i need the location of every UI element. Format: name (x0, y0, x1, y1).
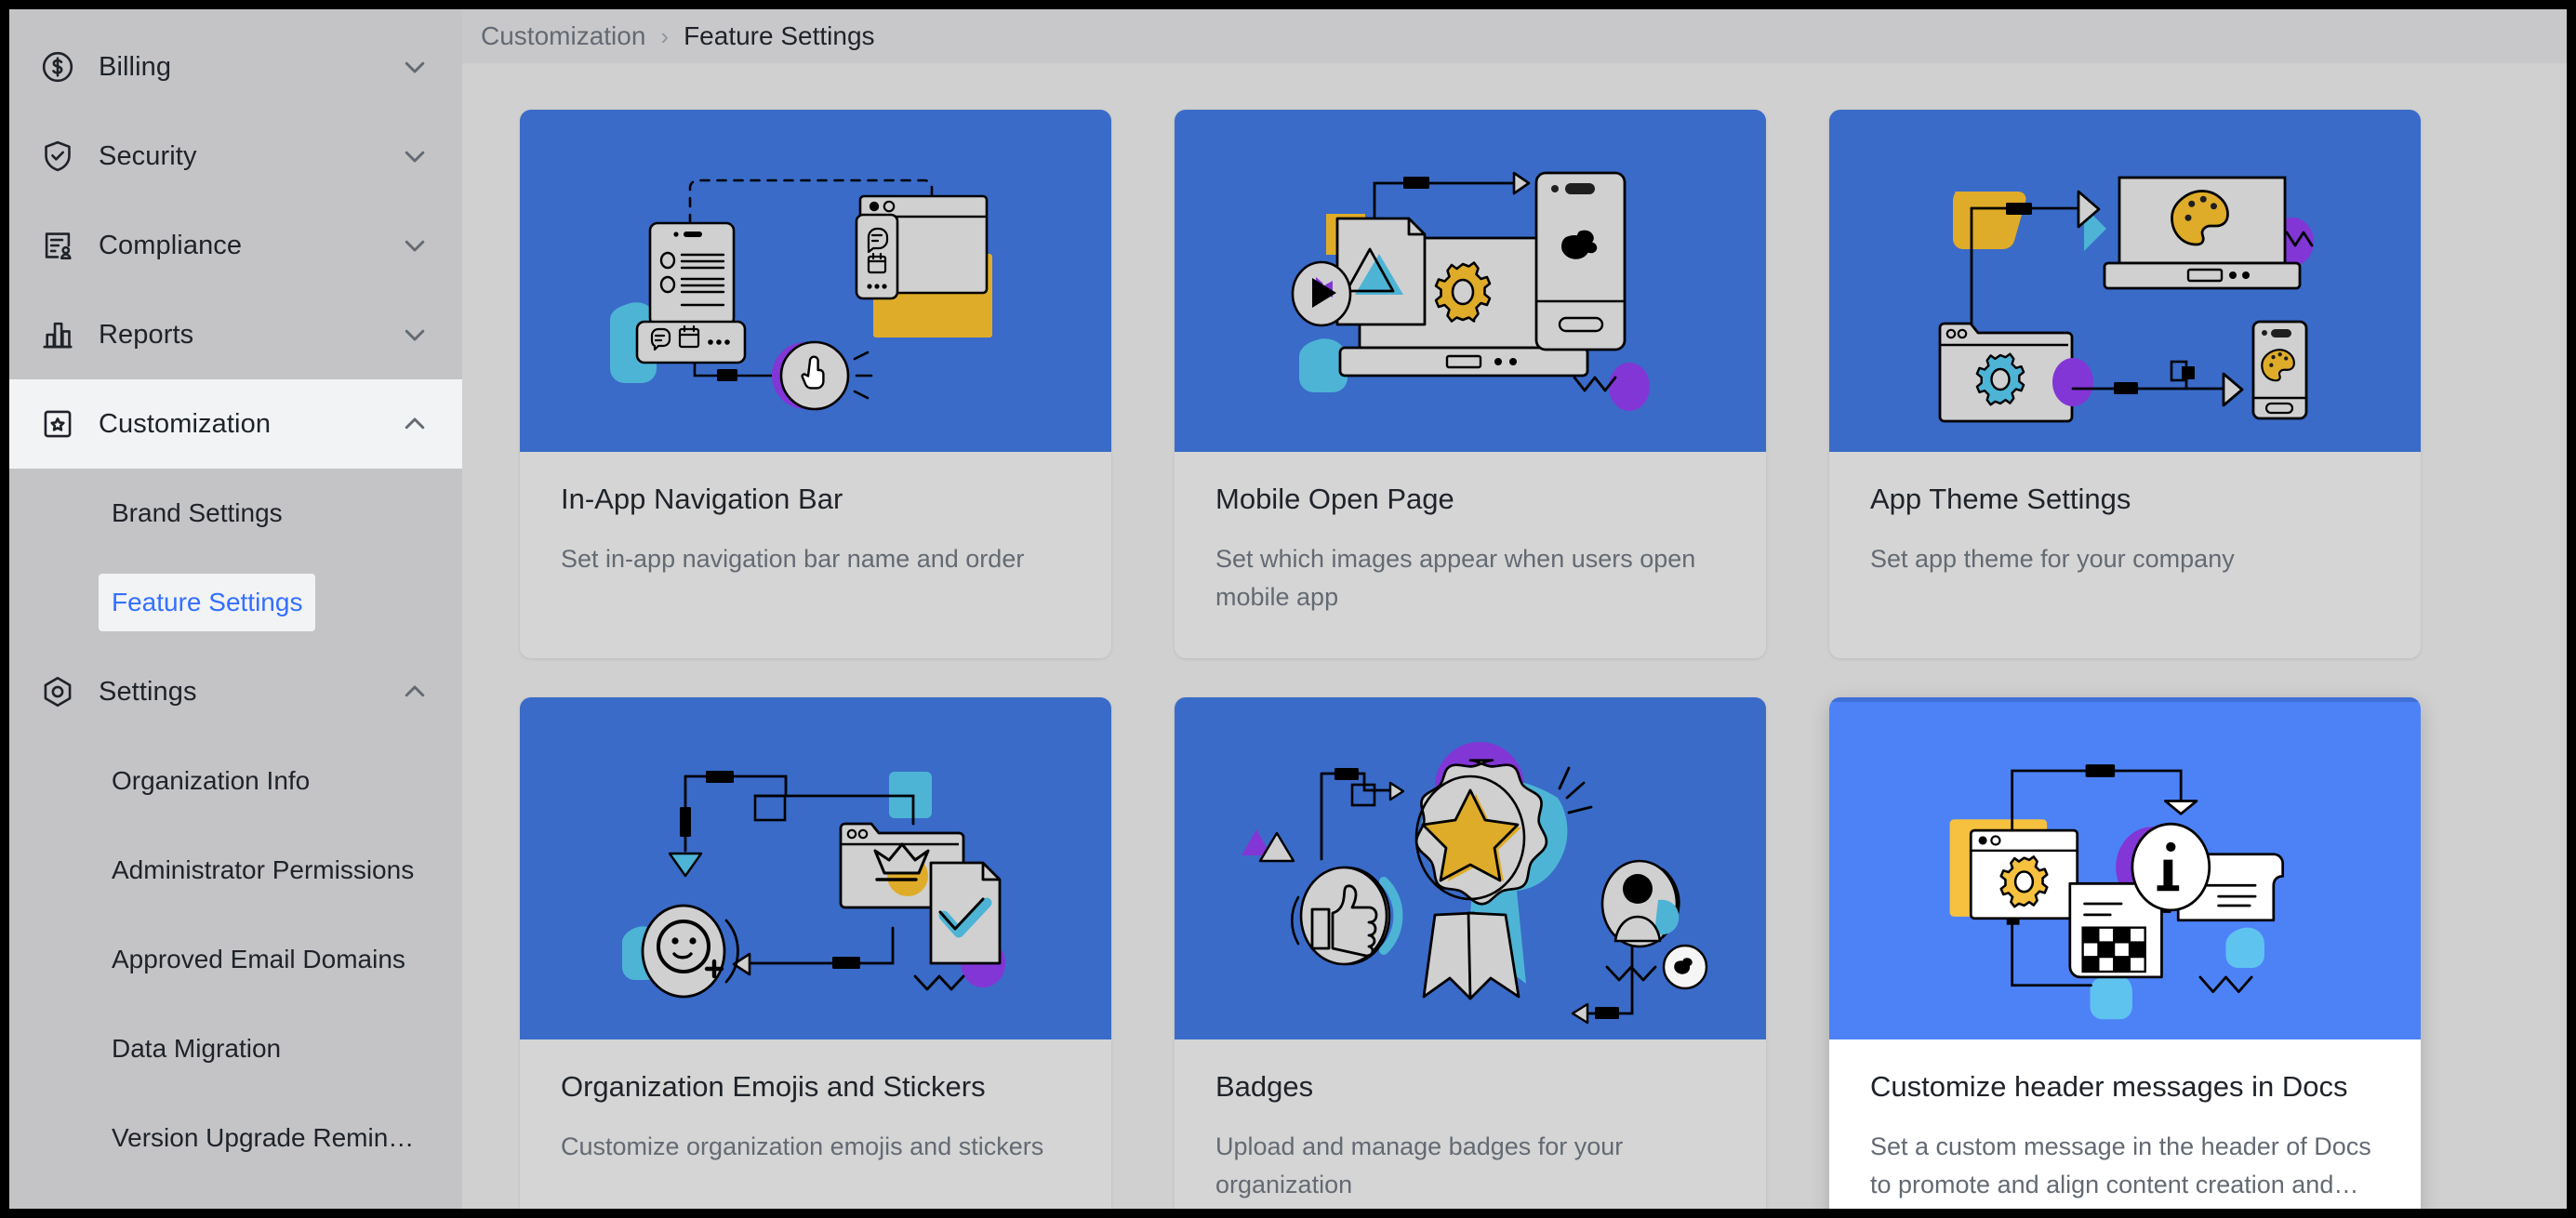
chevron-down-icon[interactable] (401, 232, 429, 259)
nav-bar-illustration (520, 110, 1111, 452)
sidebar-item-organization-info[interactable]: Organization Info (9, 736, 462, 826)
feature-card-body: Badges Upload and manage badges for your… (1175, 1039, 1766, 1209)
sidebar-item-label: Security (99, 140, 197, 171)
chevron-down-icon[interactable] (401, 321, 429, 349)
sidebar-item-billing[interactable]: Billing (9, 22, 462, 112)
sidebar-subitem: Organization Info (99, 752, 323, 810)
feature-card-customize-header-messages-in-docs[interactable]: Customize header messages in Docs Set a … (1829, 697, 2421, 1209)
bar-chart-icon (37, 314, 78, 355)
sidebar-item-label: Brand Settings (112, 498, 283, 527)
feature-card-title: Badges (1215, 1070, 1314, 1104)
sidebar-item-settings[interactable]: Settings (9, 647, 462, 736)
app-theme-illustration (1829, 110, 2421, 452)
shield-check-icon (37, 136, 78, 177)
sidebar-subitem: Administrator Permissions (99, 841, 427, 899)
feature-settings-panel: In-App Navigation Bar Set in-app navigat… (462, 63, 2567, 1209)
chevron-down-icon[interactable] (401, 142, 429, 170)
feature-card-description: Set a custom message in the header of Do… (1870, 1132, 2371, 1198)
sidebar-item-label: Compliance (99, 230, 243, 260)
feature-card-description: Upload and manage badges for your organi… (1215, 1132, 1624, 1198)
feature-card-mobile-open-page[interactable]: Mobile Open Page Set which images appear… (1175, 110, 1766, 659)
sidebar-item-administrator-permissions[interactable]: Administrator Permissions (9, 826, 462, 915)
feature-card-body: App Theme Settings Set app theme for you… (1829, 452, 2421, 638)
vertical-scrollbar[interactable] (2559, 63, 2567, 1209)
sidebar-subitem: Approved Email Domains (99, 931, 418, 988)
sidebar-item-label: Feature Settings (112, 588, 303, 616)
screenshot-frame: Billing Security Compliance Reports Cust… (0, 0, 2576, 1218)
sidebar-subitem: Brand Settings (99, 484, 296, 542)
sidebar-item-reports[interactable]: Reports (9, 290, 462, 379)
feature-card-in-app-navigation-bar[interactable]: In-App Navigation Bar Set in-app navigat… (520, 110, 1111, 659)
sidebar-item-brand-settings[interactable]: Brand Settings (9, 469, 462, 558)
breadcrumb-parent[interactable]: Customization (481, 21, 645, 51)
sidebar-nav: Billing Security Compliance Reports Cust… (9, 9, 462, 1209)
feature-card-badges[interactable]: Badges Upload and manage badges for your… (1175, 697, 1766, 1209)
breadcrumb: Customization › Feature Settings (462, 9, 2567, 63)
feature-card-description: Set which images appear when users open … (1215, 545, 1696, 611)
feature-card-grid: In-App Navigation Bar Set in-app navigat… (520, 110, 2520, 1209)
sidebar-item-label: Customization (99, 408, 272, 439)
sidebar-subitem: Version Upgrade Remin… (99, 1109, 427, 1167)
feature-card-organization-emojis-and-stickers[interactable]: Organization Emojis and Stickers Customi… (520, 697, 1111, 1209)
feature-card-title: Customize header messages in Docs (1870, 1070, 2348, 1104)
sidebar-item-label: Billing (99, 51, 172, 82)
sidebar-item-label: Organization Info (112, 766, 311, 795)
dollar-circle-icon (37, 46, 78, 87)
feature-card-description: Customize organization emojis and sticke… (561, 1132, 1044, 1161)
feature-card-app-theme-settings[interactable]: App Theme Settings Set app theme for you… (1829, 110, 2421, 659)
feature-card-body: Organization Emojis and Stickers Customi… (520, 1039, 1111, 1209)
badge-illustration (1175, 697, 1766, 1040)
sidebar-subitem: Data Migration (99, 1020, 294, 1078)
feature-card-description: Set app theme for your company (1870, 545, 2235, 574)
sidebar-item-version-upgrade-reminder[interactable]: Version Upgrade Remin… (9, 1093, 462, 1183)
sidebar-item-security[interactable]: Security (9, 112, 462, 201)
customize-icon (37, 404, 78, 444)
feature-card-description: Set in-app navigation bar name and order (561, 545, 1025, 574)
feature-card-title: App Theme Settings (1870, 483, 2131, 515)
sidebar-item-label: Settings (99, 676, 197, 707)
feature-card-title: Mobile Open Page (1215, 483, 1454, 515)
document-user-icon (37, 225, 78, 266)
chevron-up-icon[interactable] (401, 410, 429, 438)
sidebar-item-label: Data Migration (112, 1034, 282, 1063)
mobile-open-page-illustration (1175, 110, 1766, 452)
feature-card-body: Mobile Open Page Set which images appear… (1175, 452, 1766, 658)
sidebar-item-feature-settings[interactable]: Feature Settings (9, 558, 462, 647)
feature-card-title: In-App Navigation Bar (561, 483, 843, 515)
sidebar-subitem: Feature Settings (99, 574, 316, 631)
sidebar-item-label: Administrator Permissions (112, 855, 415, 884)
main-content: Customization › Feature Settings In-App … (462, 9, 2567, 1209)
chevron-down-icon[interactable] (401, 53, 429, 81)
docs-header-illustration (1829, 697, 2421, 1040)
chevron-right-icon: › (660, 22, 670, 50)
chevron-up-icon[interactable] (401, 678, 429, 706)
sidebar-item-customization[interactable]: Customization (9, 379, 462, 469)
sidebar-item-label: Reports (99, 319, 194, 350)
sidebar-item-data-migration[interactable]: Data Migration (9, 1004, 462, 1093)
feature-card-body: Customize header messages in Docs Set a … (1829, 1039, 2421, 1209)
gear-hex-icon (37, 671, 78, 712)
feature-card-title: Organization Emojis and Stickers (561, 1070, 986, 1104)
sidebar-item-approved-email-domains[interactable]: Approved Email Domains (9, 915, 462, 1004)
sidebar-item-label: Version Upgrade Remin… (112, 1123, 415, 1152)
emoji-sticker-illustration (520, 697, 1111, 1040)
feature-card-body: In-App Navigation Bar Set in-app navigat… (520, 452, 1111, 638)
sidebar-item-label: Approved Email Domains (112, 945, 405, 973)
sidebar-item-compliance[interactable]: Compliance (9, 201, 462, 290)
breadcrumb-current: Feature Settings (684, 21, 875, 50)
admin-console-app: Billing Security Compliance Reports Cust… (9, 9, 2567, 1209)
